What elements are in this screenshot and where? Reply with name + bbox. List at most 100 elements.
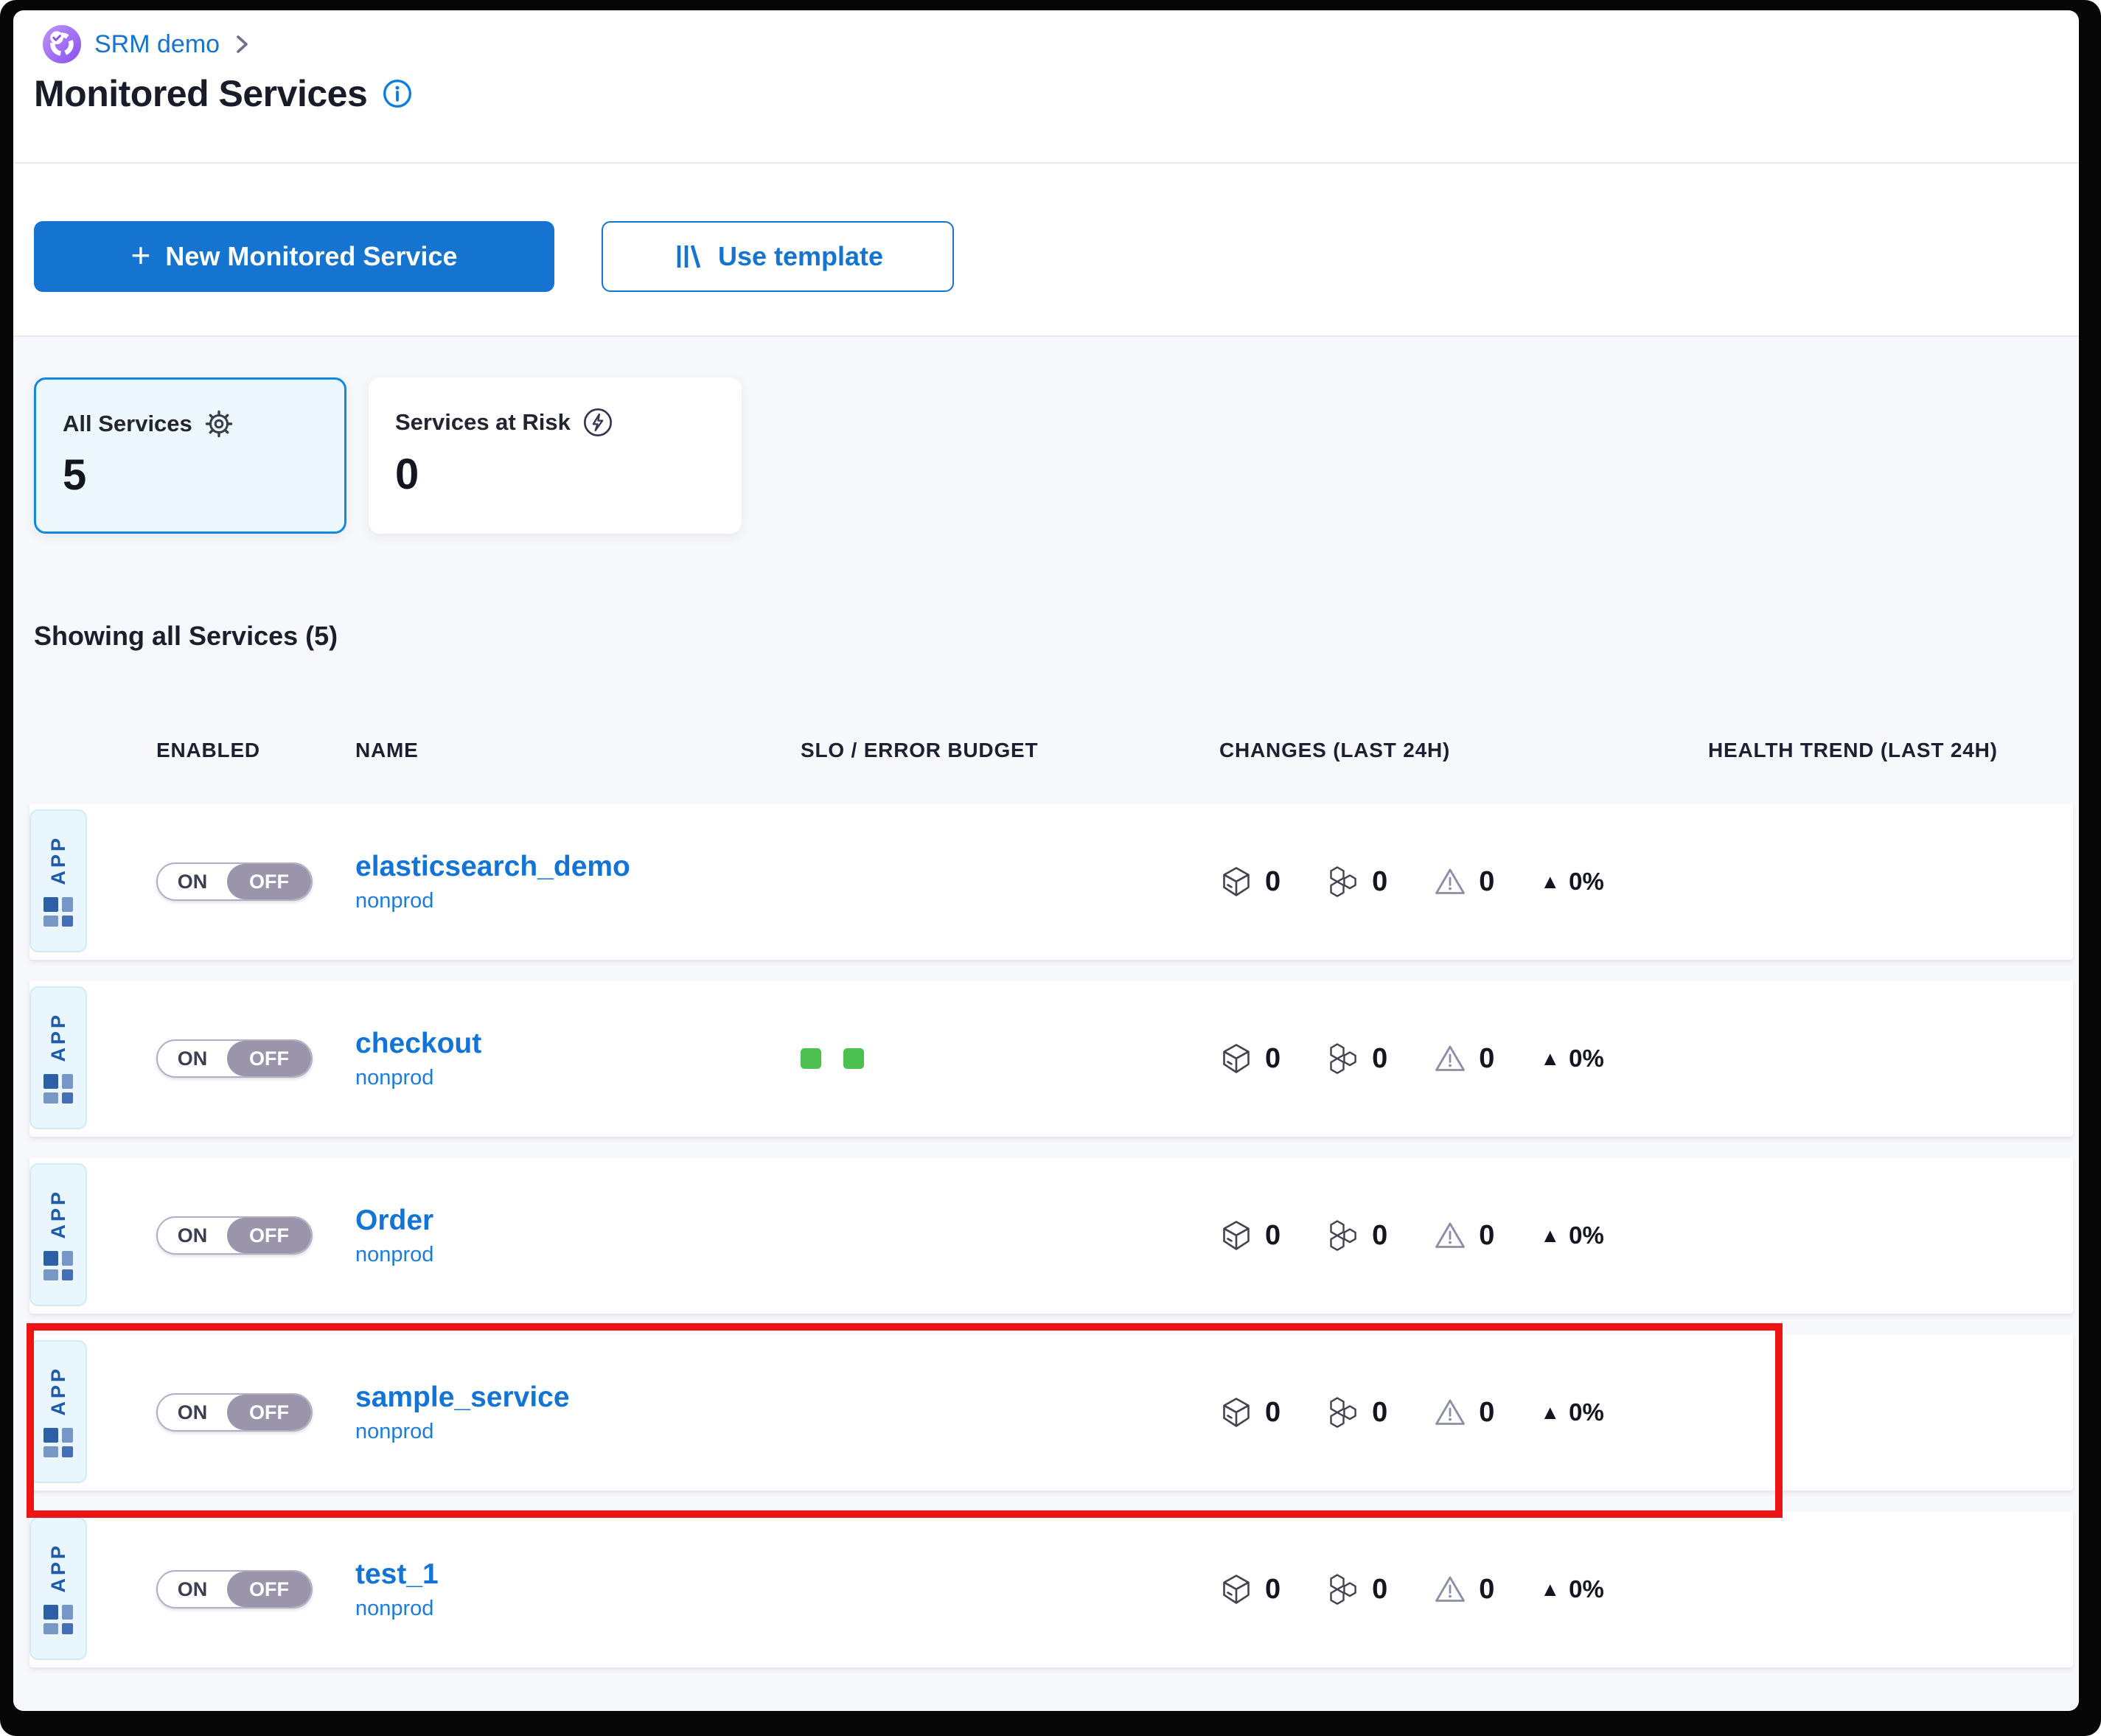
trend-percent: 0% [1569,1221,1604,1249]
service-environment[interactable]: nonprod [355,1420,801,1444]
service-type-tag: APP [29,1517,87,1660]
table-header: ENABLED NAME SLO / ERROR BUDGET CHANGES … [156,739,2073,762]
infrastructure-change: 0 [1326,1572,1387,1606]
deployments-count: 0 [1265,866,1281,898]
service-name-link[interactable]: sample_service [355,1381,801,1414]
trend-percent: 0% [1569,1398,1604,1426]
incident-warning-icon [1433,1219,1467,1252]
enabled-cell: ON OFF [156,862,355,901]
service-row[interactable]: APP ON OFF checkout nonprod [29,980,2073,1137]
deployments-change: 0 [1219,1572,1281,1606]
service-name-link[interactable]: test_1 [355,1558,801,1591]
new-monitored-service-button[interactable]: + New Monitored Service [34,221,554,292]
gear-icon [204,409,234,439]
srm-module-icon [43,25,81,63]
info-icon[interactable] [382,78,413,109]
deployments-change: 0 [1219,1395,1281,1429]
enabled-toggle[interactable]: ON OFF [156,1570,313,1608]
breadcrumb-project-link[interactable]: SRM demo [94,30,220,59]
deployments-count: 0 [1265,1220,1281,1252]
services-at-risk-label: Services at Risk [395,409,571,436]
column-header-enabled: ENABLED [156,739,355,762]
name-cell: checkout nonprod [355,1028,801,1090]
slo-blocks [801,1048,1219,1069]
deployments-change: 0 [1219,865,1281,899]
health-trend-indicator: ▲ 0% [1540,868,1603,896]
deployment-cube-icon [1219,1572,1253,1606]
service-type-tag: APP [29,809,87,952]
incidents-count: 0 [1479,1043,1494,1075]
all-services-count: 5 [63,450,318,500]
deployment-cube-icon [1219,1395,1253,1429]
service-row[interactable]: APP ON OFF test_1 nonprod [29,1511,2073,1667]
health-trend-indicator: ▲ 0% [1540,1221,1603,1249]
use-template-button[interactable]: Use template [602,221,954,292]
changes-cell: 0 0 0 [1219,1572,1708,1606]
deployment-cube-icon [1219,1219,1253,1252]
service-name-link[interactable]: checkout [355,1028,801,1060]
deployments-count: 0 [1265,1397,1281,1429]
column-header-health-trend: HEALTH TREND (LAST 24H) [1708,739,2073,762]
service-type-tag: APP [29,1340,87,1483]
service-row[interactable]: APP ON OFF elasticsearch_demo nonprod [29,803,2073,960]
column-header-name: NAME [355,739,801,762]
plus-icon: + [131,238,151,272]
service-row[interactable]: APP ON OFF Order nonprod [29,1157,2073,1314]
toggle-on-label: ON [158,1572,227,1607]
header-divider [13,162,2079,164]
filter-card-all-services[interactable]: All Services 5 [34,377,346,534]
service-environment[interactable]: nonprod [355,1243,801,1267]
filter-card-services-at-risk[interactable]: Services at Risk 0 [369,377,742,534]
trend-up-icon: ▲ [1540,1047,1560,1070]
toggle-on-label: ON [158,1041,227,1076]
screenshot-frame: SRM demo Monitored Services + New Monito… [0,0,2101,1736]
trend-up-icon: ▲ [1540,1401,1560,1424]
breadcrumb: SRM demo [43,25,252,63]
incidents-change: 0 [1433,1572,1494,1606]
service-name-link[interactable]: Order [355,1205,801,1237]
service-row[interactable]: APP ON OFF sample_service nonprod [29,1334,2073,1491]
app-grid-icon [43,1428,73,1457]
toolbar: + New Monitored Service Use template [34,221,954,292]
service-environment[interactable]: nonprod [355,889,801,913]
trend-percent: 0% [1569,1575,1604,1603]
infrastructure-change: 0 [1326,865,1387,899]
trend-up-icon: ▲ [1540,1578,1560,1601]
service-name-link[interactable]: elasticsearch_demo [355,851,801,883]
enabled-cell: ON OFF [156,1393,355,1432]
trend-up-icon: ▲ [1540,871,1560,893]
all-services-label: All Services [63,411,192,437]
app-tag-label: APP [47,835,70,885]
enabled-toggle[interactable]: ON OFF [156,1393,313,1432]
monitored-services-page: SRM demo Monitored Services + New Monito… [13,10,2079,1711]
toggle-off-label: OFF [227,1041,311,1076]
service-environment[interactable]: nonprod [355,1597,801,1621]
incident-warning-icon [1433,1042,1467,1076]
deployments-change: 0 [1219,1219,1281,1252]
page-header: Monitored Services [34,72,413,115]
column-header-changes: CHANGES (LAST 24H) [1219,739,1708,762]
incidents-count: 0 [1479,1574,1494,1606]
enabled-cell: ON OFF [156,1570,355,1608]
content-section: All Services 5 [13,335,2079,1711]
incidents-change: 0 [1433,865,1494,899]
service-environment[interactable]: nonprod [355,1066,801,1090]
app-grid-icon [43,1251,73,1280]
enabled-toggle[interactable]: ON OFF [156,862,313,901]
enabled-toggle[interactable]: ON OFF [156,1039,313,1078]
name-cell: sample_service nonprod [355,1381,801,1444]
changes-cell: 0 0 0 [1219,1395,1708,1429]
app-grid-icon [43,1605,73,1634]
app-tag-label: APP [47,1012,70,1062]
enabled-toggle[interactable]: ON OFF [156,1216,313,1255]
deployments-count: 0 [1265,1574,1281,1606]
incidents-count: 0 [1479,866,1494,898]
incidents-count: 0 [1479,1220,1494,1252]
incident-warning-icon [1433,1395,1467,1429]
infrastructure-count: 0 [1372,866,1387,898]
toggle-on-label: ON [158,1395,227,1430]
service-rows: APP ON OFF elasticsearch_demo nonprod [29,803,2073,1688]
infrastructure-count: 0 [1372,1043,1387,1075]
infrastructure-change: 0 [1326,1042,1387,1076]
slo-status-block [801,1048,821,1069]
